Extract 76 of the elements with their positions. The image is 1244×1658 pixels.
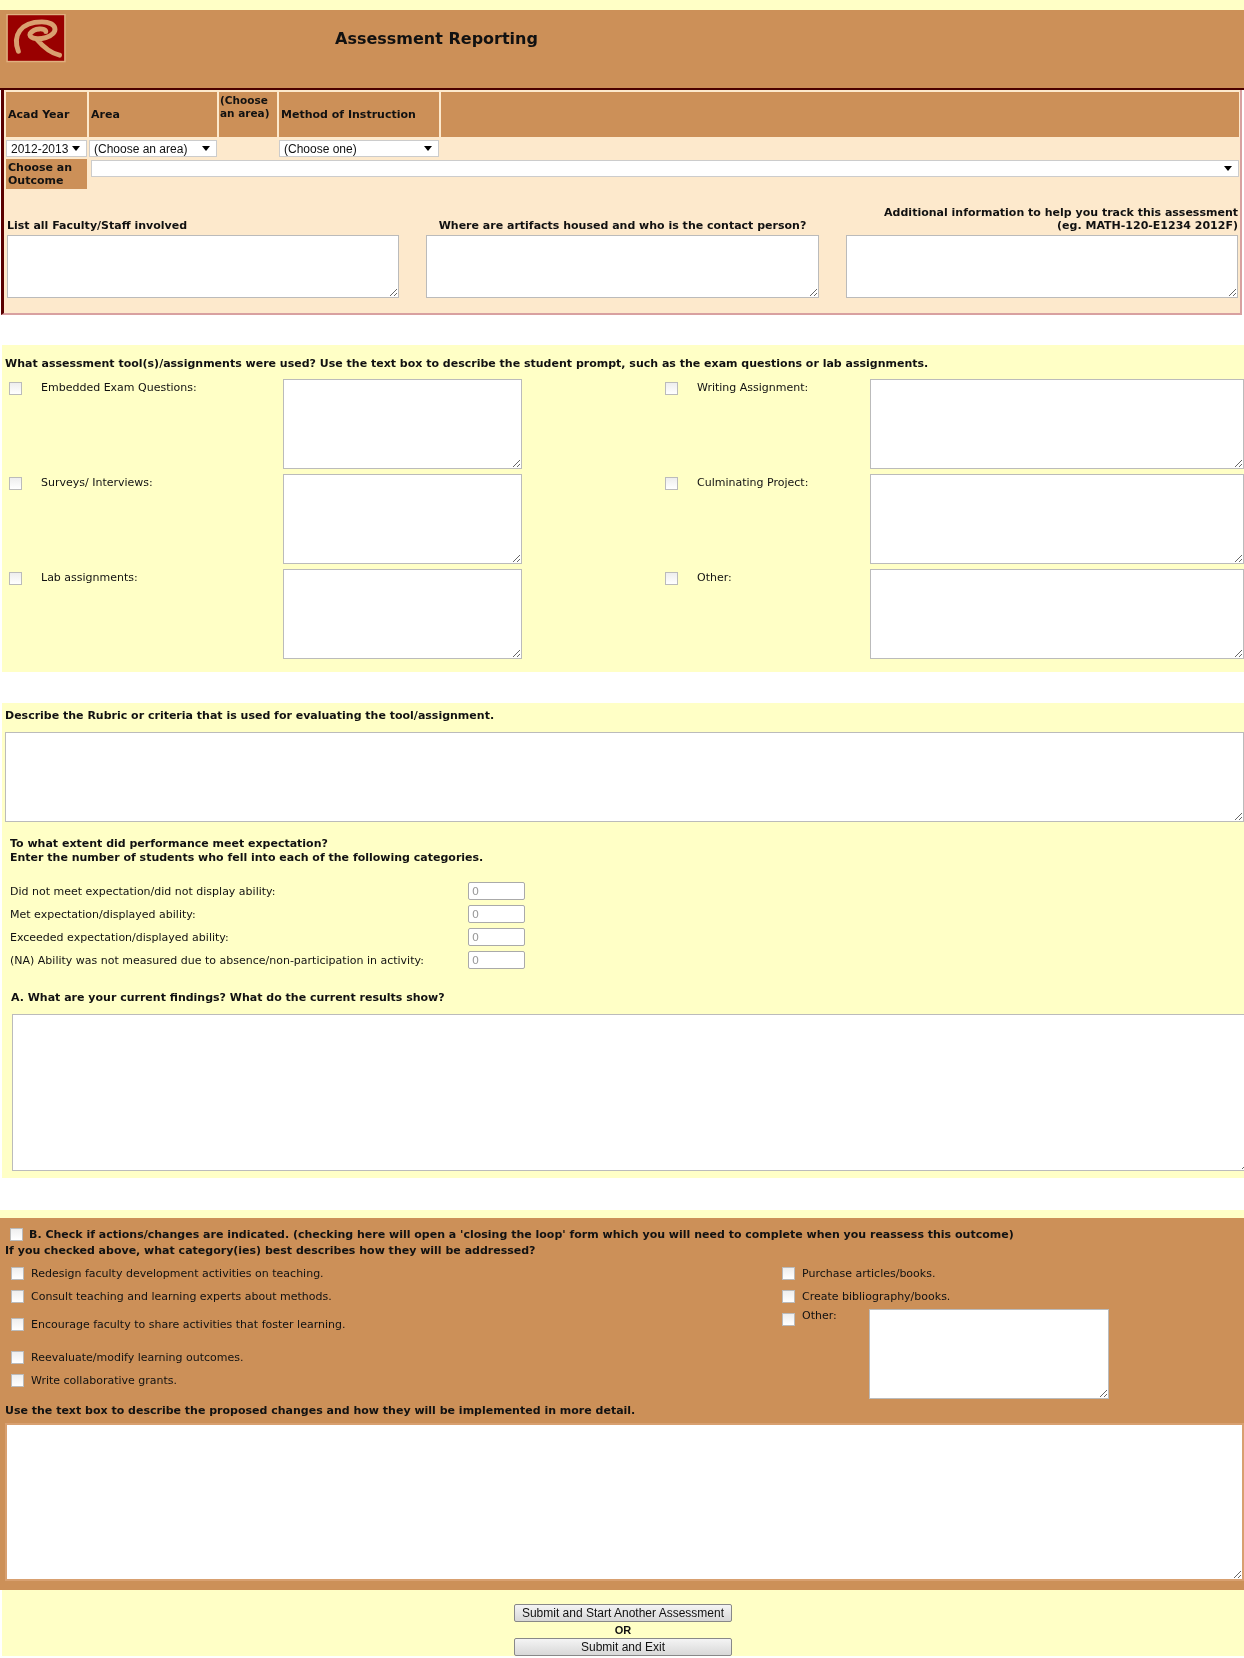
checkbox[interactable] (11, 1290, 24, 1303)
separator-text: OR (614, 1623, 632, 1637)
checkbox[interactable] (782, 1313, 795, 1326)
caret-icon (424, 146, 432, 151)
section-prompt: Use the text box to describe the proposed changes and how they will be implemented in more detail. (5, 1404, 637, 1417)
checkbox[interactable] (11, 1267, 24, 1280)
text-area[interactable] (5, 732, 1244, 822)
text-area[interactable] (283, 474, 522, 564)
outcome-dropdown[interactable] (91, 159, 1239, 177)
option-label: Other: (802, 1309, 838, 1322)
count-label: Did not meet expectation/did not display ability: (10, 884, 277, 898)
text-area[interactable] (283, 569, 522, 659)
outcome-label: Choose an Outcome (6, 159, 87, 189)
option-label: Create bibliography/books. (802, 1290, 951, 1303)
count-label: (NA) Ability was not measured due to absence/non-participation in activity: (10, 953, 425, 967)
checkbox[interactable] (11, 1351, 24, 1364)
count-label: Exceeded expectation/displayed ability: (10, 930, 230, 944)
option-label: Writing Assignment: (697, 381, 810, 394)
column-header: Acad Year (6, 92, 87, 137)
count-label: Met expectation/displayed ability: (10, 907, 197, 921)
checkbox[interactable] (10, 1228, 23, 1241)
field-label: Additional information to help you track this assessment (884, 206, 1238, 219)
option-label: Redesign faculty development activities on teaching. (31, 1267, 324, 1280)
column-header: Method of Instruction (279, 92, 439, 137)
option-label: Embedded Exam Questions: (41, 381, 198, 394)
checkbox[interactable] (665, 572, 678, 585)
area-dropdown[interactable]: (Choose an area) (89, 140, 217, 157)
field-label: Where are artifacts housed and who is the contact person? (438, 219, 807, 232)
text-area[interactable] (870, 474, 1244, 564)
checkbox-label: B. Check if actions/changes are indicated. (checking here will open a 'closing the loop' form which you will need to complete when you reassess this outcome) (29, 1228, 1014, 1241)
field-label: List all Faculty/Staff involved (7, 219, 188, 232)
column-header: (Choose an area) (219, 92, 277, 137)
section-prompt: If you checked above, what category(ies) best describes how they will be addressed? (5, 1244, 537, 1257)
column-header: Area (89, 92, 217, 137)
option-label: Write collaborative grants. (31, 1374, 178, 1387)
checkbox[interactable] (782, 1267, 795, 1280)
section-prompt: To what extent did performance meet expectation? (10, 837, 329, 851)
option-label: Encourage faculty to share activities that foster learning. (31, 1318, 346, 1331)
caret-icon (72, 146, 80, 151)
text-area[interactable] (870, 379, 1244, 469)
caret-icon (1224, 165, 1232, 171)
text-area[interactable] (426, 235, 819, 298)
submit-button[interactable]: Submit and Start Another Assessment (514, 1604, 732, 1622)
option-label: Lab assignments: (41, 571, 139, 584)
option-label: Consult teaching and learning experts about methods. (31, 1290, 332, 1303)
text-area[interactable] (845, 235, 1238, 298)
checkbox[interactable] (665, 382, 678, 395)
field-label: (eg. MATH-120-E1234 2012F) (1057, 219, 1238, 232)
caret-icon (202, 146, 210, 151)
year-dropdown[interactable]: 2012-2013 (6, 140, 87, 157)
text-area[interactable] (283, 379, 522, 469)
text-area[interactable] (870, 569, 1244, 659)
submit-button[interactable]: Submit and Exit (514, 1638, 732, 1656)
option-label: Other: (697, 571, 733, 584)
checkbox[interactable] (9, 477, 22, 490)
section-prompt: Describe the Rubric or criteria that is used for evaluating the tool/assignment. (5, 709, 496, 722)
section-prompt: Enter the number of students who fell into each of the following categories. (10, 851, 485, 865)
option-label: Culminating Project: (697, 476, 810, 489)
text-area[interactable] (869, 1309, 1109, 1399)
section-prompt: What assessment tool(s)/assignments were used? Use the text box to describe the student prompt, such as the exam questions or lab assignments. (5, 357, 930, 370)
logo-icon (6, 14, 66, 63)
text-area[interactable] (5, 1423, 1244, 1581)
section-prompt: A. What are your current findings? What do the current results show? (11, 991, 446, 1004)
text-area[interactable] (7, 235, 400, 298)
option-label: Surveys/ Interviews: (41, 476, 154, 489)
method-dropdown[interactable]: (Choose one) (279, 140, 439, 157)
checkbox[interactable] (11, 1374, 24, 1387)
checkbox[interactable] (9, 572, 22, 585)
checkbox[interactable] (11, 1318, 24, 1331)
checkbox[interactable] (782, 1290, 795, 1303)
page-title: Assessment Reporting (335, 29, 538, 48)
text-area[interactable] (12, 1014, 1244, 1171)
checkbox[interactable] (9, 382, 22, 395)
option-label: Reevaluate/modify learning outcomes. (31, 1351, 244, 1364)
option-label: Purchase articles/books. (802, 1267, 936, 1280)
checkbox[interactable] (665, 477, 678, 490)
